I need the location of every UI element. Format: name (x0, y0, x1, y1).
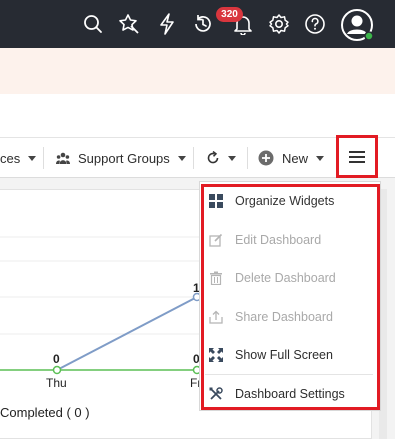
hamburger-icon (349, 150, 365, 163)
toolbar-divider (193, 147, 194, 169)
data-label: 0 (53, 352, 60, 366)
menu-item-label: Dashboard Settings (235, 387, 345, 401)
search-icon[interactable] (80, 11, 106, 37)
refresh-dropdown[interactable] (206, 138, 236, 178)
menu-item-label: Show Full Screen (235, 348, 333, 362)
menu-item-label: Organize Widgets (235, 194, 335, 208)
notification-count-badge: 320 (216, 7, 243, 22)
chevron-down-icon (316, 155, 325, 161)
chevron-down-icon (28, 155, 37, 161)
menu-item-organize-widgets[interactable]: Organize Widgets (205, 182, 373, 220)
menu-item-label: Delete Dashboard (235, 271, 336, 285)
notice-banner (0, 48, 395, 94)
chart-legend-completed[interactable]: Completed ( 0 ) (0, 405, 90, 420)
add-circle-icon (258, 150, 274, 166)
x-tick-label: Thu (46, 376, 67, 390)
toolbar-divider (247, 147, 248, 169)
fullscreen-icon (208, 347, 224, 363)
magic-wand-icon[interactable] (116, 11, 142, 37)
support-groups-label: Support Groups (78, 150, 170, 166)
support-groups-dropdown[interactable]: Support Groups (56, 138, 186, 178)
refresh-icon (206, 151, 220, 165)
chevron-down-icon (177, 155, 186, 161)
gear-icon[interactable] (266, 11, 292, 37)
settings-tools-icon (208, 386, 224, 402)
trash-icon (208, 270, 224, 286)
menu-item-share-dashboard[interactable]: Share Dashboard (205, 298, 373, 336)
menu-item-label: Edit Dashboard (235, 233, 322, 247)
lightning-icon[interactable] (154, 11, 180, 37)
services-label: ces (0, 150, 21, 166)
menu-item-edit-dashboard[interactable]: Edit Dashboard (205, 221, 373, 259)
new-dropdown[interactable]: New (258, 138, 325, 178)
history-icon[interactable] (190, 11, 216, 37)
page-header-strip (0, 94, 395, 138)
menu-item-dashboard-settings[interactable]: Dashboard Settings (205, 375, 373, 413)
share-icon (208, 309, 224, 325)
user-avatar-icon[interactable] (340, 8, 374, 42)
chevron-down-icon (228, 155, 236, 161)
dashboard-menu-button[interactable] (336, 135, 378, 178)
help-icon[interactable] (302, 11, 328, 37)
new-label: New (282, 150, 309, 166)
services-dropdown[interactable]: ces (0, 138, 37, 178)
menu-item-delete-dashboard[interactable]: Delete Dashboard (205, 259, 373, 297)
toolbar-divider (43, 147, 44, 169)
edit-icon (208, 232, 224, 248)
data-point (52, 365, 62, 375)
grid-icon (208, 193, 224, 209)
top-navigation-bar: 320 (0, 0, 395, 48)
menu-item-label: Share Dashboard (235, 310, 333, 324)
support-groups-icon (56, 152, 70, 164)
menu-item-show-full-screen[interactable]: Show Full Screen (205, 336, 373, 374)
